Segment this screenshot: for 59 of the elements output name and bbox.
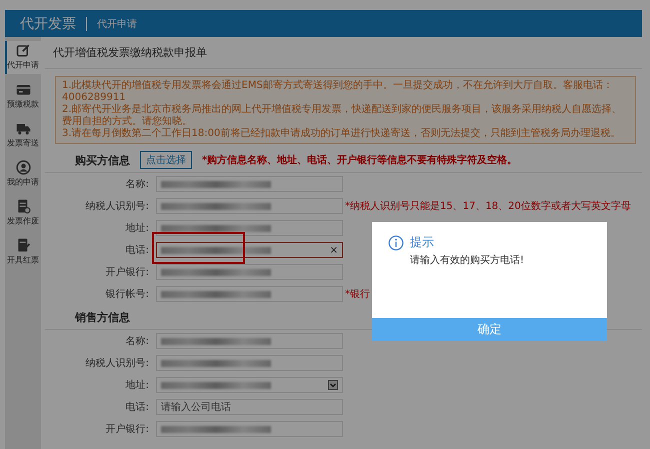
field-label: 电话:	[124, 244, 149, 257]
input-field[interactable]	[156, 377, 343, 393]
sidebar-item[interactable]: 我的申请	[5, 158, 41, 191]
dialog-title: 提示	[410, 234, 434, 251]
field-label: 电话:	[124, 400, 149, 414]
confirm-button[interactable]: 确定	[372, 318, 607, 341]
placeholder-text: 请输入公司电话	[161, 400, 231, 414]
input-field[interactable]	[156, 220, 343, 236]
sidebar-item[interactable]: 代开申请	[5, 41, 41, 74]
card-icon	[16, 82, 30, 97]
notice-text: 3.请在每月倒数第二个工作日18:00前将已经扣款申请成功的订单进行快递寄送，否则无法提交，只能到主管税务局办理退税。	[62, 128, 622, 140]
field-label: 纳税人识别号:	[84, 200, 149, 213]
clear-button[interactable]: ×	[330, 244, 338, 256]
field-label: 银行帐号:	[104, 288, 149, 301]
dropdown-caret-icon[interactable]	[328, 380, 338, 390]
sidebar-label: 代开申请	[7, 60, 39, 71]
field-label: 名称:	[124, 335, 149, 348]
input-field[interactable]	[156, 264, 343, 280]
sidebar-label: 我的申请	[7, 177, 39, 188]
sidebar-label: 发票作废	[7, 216, 39, 227]
user-icon	[16, 160, 30, 175]
page-title: 代开增值税发票缴纳税款申报单	[45, 37, 642, 69]
select-button[interactable]: 点击选择	[140, 151, 192, 169]
sidebar-label: 预缴税款	[7, 99, 39, 110]
sidebar-item[interactable]: 预缴税款	[5, 80, 41, 113]
sidebar-label: 发票寄送	[7, 138, 39, 149]
input-field[interactable]: 请输入公司电话	[156, 399, 343, 415]
notice-text: 1.此模块代开的增值税专用发票将会通过EMS邮寄方式寄送得到您的手中。一旦提交成功，不在允许到大厅自取。客服电话：4006289911	[62, 80, 614, 104]
field-label: 名称:	[124, 178, 149, 191]
field-hint: *纳税人识别号只能是15、17、18、20位数字或者大写英文字母	[345, 200, 631, 213]
input-field[interactable]	[156, 333, 343, 349]
sidebar-label: 开具红票	[7, 255, 39, 266]
field-label: 开户银行:	[104, 266, 149, 279]
dialog-message: 请输入有效的购买方电话!	[409, 254, 526, 267]
section-title: 购买方信息	[75, 152, 130, 168]
edit-icon	[16, 43, 30, 58]
input-field[interactable]: ×	[156, 242, 343, 258]
pen-paper-icon	[16, 238, 30, 253]
info-icon	[388, 234, 404, 250]
section-title: 销售方信息	[75, 310, 130, 324]
field-label: 地址:	[124, 378, 149, 392]
input-field[interactable]	[156, 355, 343, 371]
truck-icon	[16, 121, 30, 136]
input-field[interactable]	[156, 176, 343, 192]
warning-note: *购方信息名称、地址、电话、开户银行等信息不要有特殊字符及空格。	[202, 153, 518, 167]
breadcrumb: 代开申请	[97, 18, 137, 30]
field-hint: *银行	[345, 288, 370, 301]
sidebar-item[interactable]: 开具红票	[5, 236, 41, 269]
app-title: 代开发票	[20, 14, 76, 32]
field-label: 地址:	[124, 222, 149, 235]
field-label: 开户银行:	[104, 422, 149, 436]
document-icon	[16, 199, 30, 214]
field-label: 纳税人识别号:	[84, 356, 149, 370]
input-field[interactable]	[156, 286, 343, 302]
notice-text: 2.邮寄代开业务是北京市税务局推出的网上代开增值税专用发票，快递配送到家的便民服务项目，该服务采用纳税人自愿选择、费用自担的方式。请您知晓。	[62, 104, 623, 128]
input-field[interactable]	[156, 421, 343, 437]
input-field[interactable]	[156, 198, 343, 214]
sidebar-item[interactable]: 发票作废	[5, 197, 41, 230]
sidebar-item[interactable]: 发票寄送	[5, 119, 41, 152]
